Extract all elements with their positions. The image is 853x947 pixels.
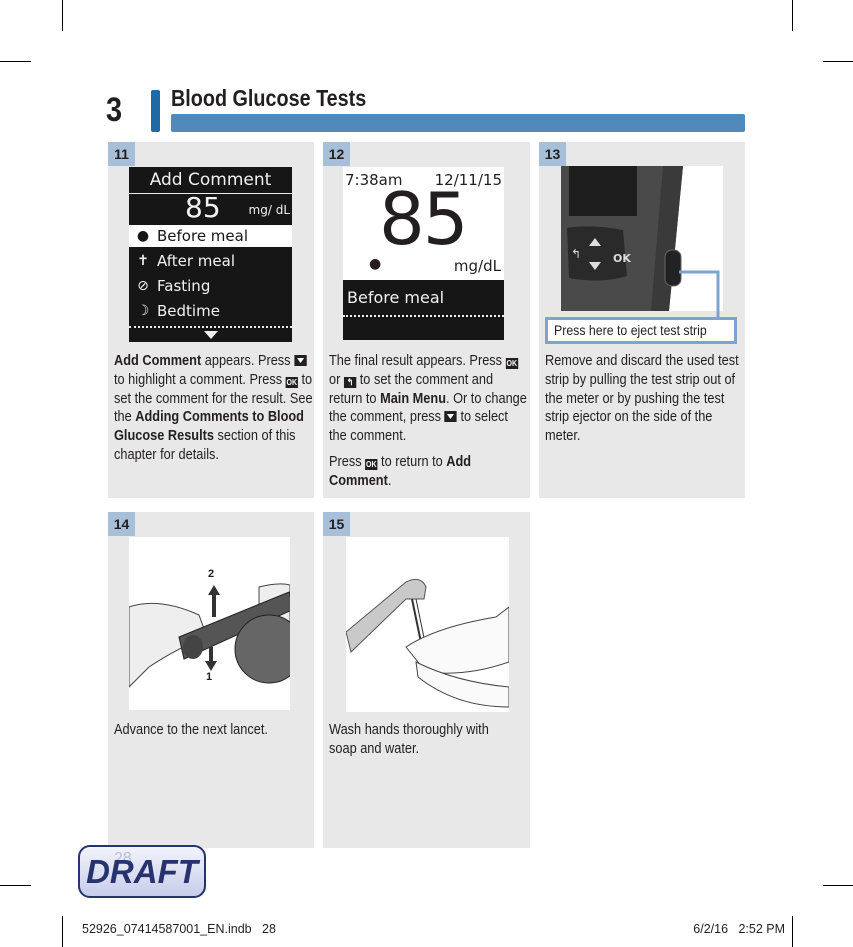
down-button-icon — [444, 411, 457, 423]
crop-mark — [62, 0, 63, 31]
step-number-badge: 14 — [108, 512, 135, 536]
no-symbol-icon: ⊘ — [137, 278, 149, 294]
draft-watermark: 28 DRAFT — [78, 845, 206, 898]
step-caption: Add Comment appears. Press to highlight … — [114, 353, 313, 463]
meter-screen-add-comment: Add Comment 85 mg/ dL ● Before meal ✝ Af… — [129, 167, 292, 342]
crop-mark — [792, 916, 793, 947]
screen-title: Add Comment — [149, 170, 272, 190]
crop-mark — [823, 61, 853, 62]
crop-mark — [0, 885, 31, 886]
glucose-value: 85 — [379, 177, 469, 261]
divider — [129, 326, 292, 328]
step-panel-11: 11 Add Comment 85 mg/ dL ● Before meal ✝… — [108, 142, 314, 498]
step-panel-14: 14 2 1 Advance to the next lancet. — [108, 512, 314, 848]
step-number-badge: 15 — [323, 512, 350, 536]
faucet-hands-drawing — [346, 578, 509, 708]
comment-option-after-meal[interactable]: ✝ After meal — [129, 250, 292, 272]
step-number-badge: 12 — [323, 142, 350, 166]
title-rule — [171, 114, 745, 132]
hand-washing-illustration — [346, 537, 509, 712]
glucose-unit: mg/ dL — [248, 203, 290, 217]
comment-label: Before meal — [347, 288, 445, 307]
down-arrow-icon — [204, 331, 218, 339]
step-caption: Advance to the next lancet. — [114, 722, 268, 738]
glucose-unit: mg/dL — [453, 257, 501, 275]
comment-option-bedtime[interactable]: ☽ Bedtime — [129, 300, 292, 322]
step-caption: Remove and discard the used test strip b… — [545, 353, 739, 445]
moon-icon: ☽ — [136, 303, 150, 319]
slug-filename: 52926_07414587001_EN.indb 28 — [82, 922, 276, 936]
chapter-accent-bar — [151, 90, 160, 132]
arrow-label-1: 1 — [206, 671, 213, 683]
eject-callout: Press here to eject test strip — [545, 317, 737, 344]
arrow-label-2: 2 — [208, 568, 215, 580]
back-button-icon: ↰ — [343, 376, 357, 388]
lancet-device-illustration: 2 1 — [129, 537, 290, 710]
ok-button-icon: OK — [365, 458, 378, 470]
comment-bar: Before meal — [343, 280, 504, 340]
ok-button-icon: OK — [285, 376, 298, 388]
callout-leader-line — [679, 270, 720, 318]
crop-mark — [823, 885, 853, 886]
apple-icon: ● — [136, 228, 150, 244]
hands-lancet-drawing — [129, 583, 290, 688]
step-panel-12: 12 7:38am 12/11/15 85 ● mg/dL Before mea… — [323, 142, 530, 498]
chapter-title: Blood Glucose Tests — [171, 85, 367, 111]
step-caption: The final result appears. Press OK or ↰ … — [329, 353, 527, 489]
crop-mark — [792, 0, 793, 31]
crop-mark — [0, 61, 31, 62]
apple-icon: ● — [369, 256, 382, 272]
ok-button-icon: OK — [505, 358, 518, 369]
comment-option-before-meal[interactable]: ● Before meal — [129, 225, 292, 247]
step-number-badge: 11 — [108, 142, 135, 166]
down-button-icon — [294, 355, 307, 366]
crop-mark — [62, 916, 63, 947]
chapter-number: 3 — [106, 91, 123, 129]
step-caption: Wash hands thoroughly with soap and wate… — [329, 722, 489, 757]
slug-timestamp: 6/2/16 2:52 PM — [693, 922, 785, 936]
comment-option-fasting[interactable]: ⊘ Fasting — [129, 275, 292, 297]
meter-screen-result: 7:38am 12/11/15 85 ● mg/dL Before meal — [343, 167, 504, 340]
apple-core-icon: ✝ — [137, 253, 149, 269]
step-panel-15: 15 Wash hands thoroughly with soap and w… — [323, 512, 530, 848]
glucose-value: 85 — [185, 191, 221, 224]
